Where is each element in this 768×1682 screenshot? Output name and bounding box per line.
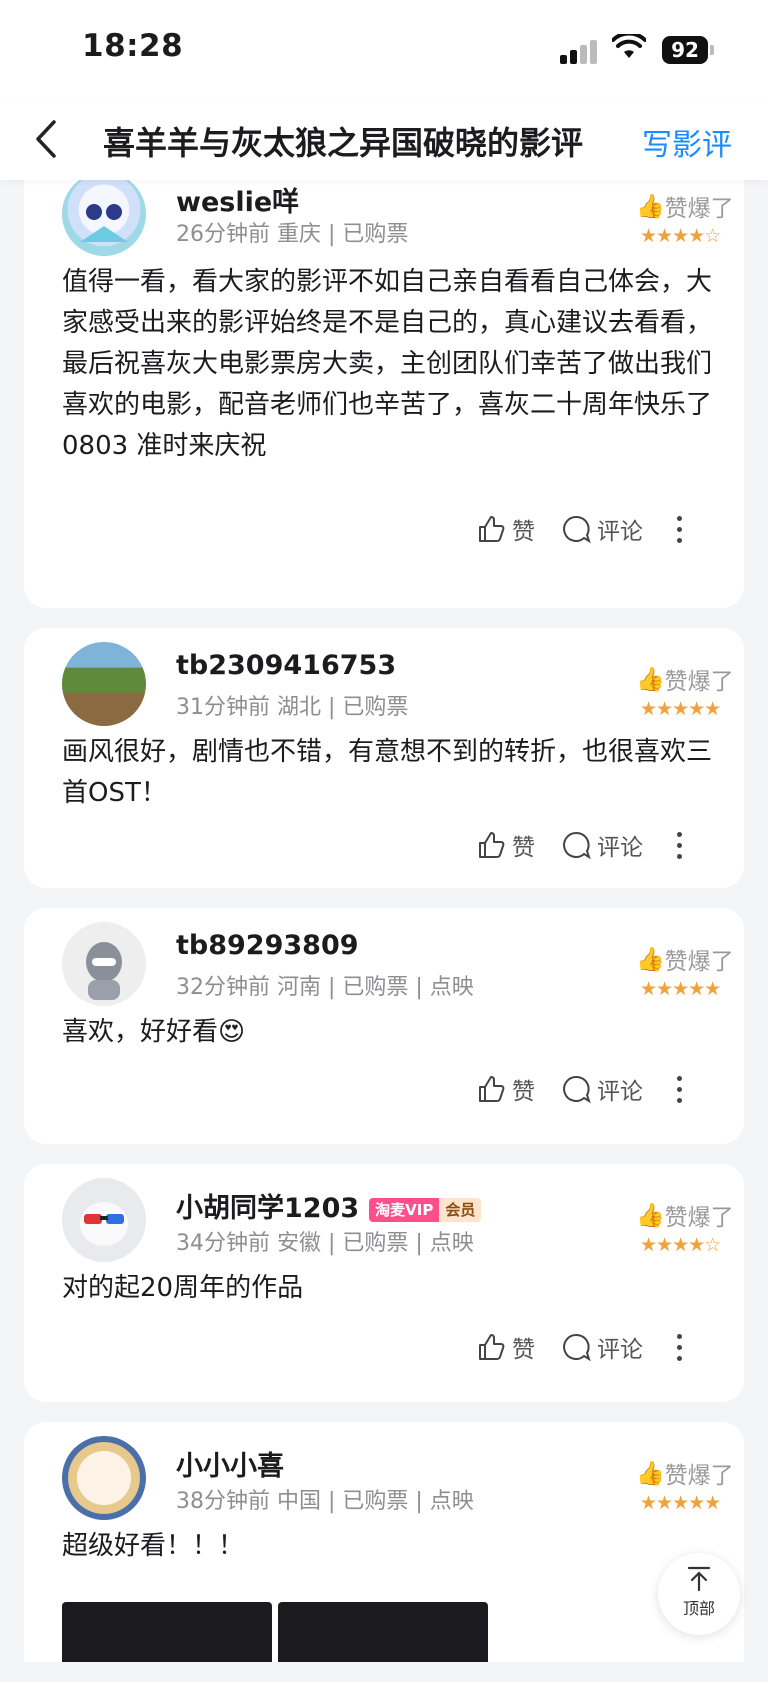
review-text: 值得一看，看大家的影评不如自己亲自看看自己体会，大家感受出来的影评始终是不是自己… (62, 267, 713, 461)
username[interactable]: 小胡同学1203 淘麦VIP 会员 (176, 1186, 482, 1225)
vip-badge-label: 淘麦VIP (369, 1197, 440, 1222)
thumbs-up-outline-icon (479, 832, 505, 858)
thumbs-up-icon: 👍 (636, 946, 665, 973)
like-label: 赞 (512, 835, 535, 861)
rating-badge: 👍 赞爆了 ★★★★★ (636, 662, 736, 721)
back-to-top-label: 顶部 (682, 1599, 715, 1618)
comment-label: 评论 (597, 835, 643, 861)
username[interactable]: tb2309416753 (176, 650, 396, 681)
comment-icon (563, 515, 591, 544)
comment-button[interactable]: 评论 (561, 512, 643, 546)
rating-badge: 👍 赞爆了 ★★★★☆ (636, 189, 736, 248)
status-time: 18:28 (82, 28, 184, 64)
star-rating: ★★★★☆ (640, 1234, 721, 1256)
review-text: 超级好看！！！ (62, 1531, 245, 1561)
battery-icon: 92 (662, 36, 714, 64)
rating-badge: 👍 赞爆了 ★★★★★ (636, 1456, 736, 1515)
comment-icon (563, 831, 591, 860)
battery-level: 92 (662, 36, 708, 64)
thumbs-up-outline-icon (479, 516, 505, 542)
review-meta: 32分钟前 河南 | 已购票 | 点映 (176, 975, 474, 1000)
thumbs-up-icon: 👍 (636, 1202, 665, 1229)
review-card: 小胡同学1203 淘麦VIP 会员 34分钟前 安徽 | 已购票 | 点映 👍 赞爆了… (24, 1164, 744, 1402)
review-card: tb2309416753 31分钟前 湖北 | 已购票 👍 赞爆了 ★★★★★ 画… (24, 628, 744, 888)
comment-button[interactable]: 评论 (561, 1072, 643, 1106)
star-rating: ★★★★★ (640, 698, 721, 720)
review-meta: 26分钟前 重庆 | 已购票 (176, 222, 409, 247)
page-title: 喜羊羊与灰太狼之异国破晓的影评 (103, 124, 584, 162)
rating-label: 赞爆了 (664, 1205, 734, 1231)
review-text: 画风很好，剧情也不错，有意想不到的转折，也很喜欢三首OST！ (62, 737, 713, 808)
arrow-up-icon (687, 1566, 711, 1592)
like-button[interactable]: 赞 (476, 1330, 535, 1364)
review-card: weslie咩 26分钟前 重庆 | 已购票 👍 赞爆了 ★★★★☆ 值得一看，看… (24, 172, 744, 608)
rating-label: 赞爆了 (664, 1463, 734, 1489)
review-actions: 赞 评论 (476, 512, 682, 546)
like-button[interactable]: 赞 (476, 828, 535, 862)
star-rating: ★★★★★ (640, 978, 721, 1000)
review-actions: 赞 评论 (476, 1072, 682, 1106)
more-options-icon[interactable] (677, 1333, 682, 1361)
review-card: 小小小喜 38分钟前 中国 | 已购票 | 点映 👍 赞爆了 ★★★★★ 超级好看… (24, 1422, 744, 1662)
comment-label: 评论 (597, 1079, 643, 1105)
rating-badge: 👍 赞爆了 ★★★★☆ (636, 1198, 736, 1257)
avatar[interactable] (62, 922, 146, 1006)
review-actions: 赞 评论 (476, 1330, 682, 1364)
thumbs-up-outline-icon (479, 1076, 505, 1102)
comment-button[interactable]: 评论 (561, 1330, 643, 1364)
wifi-icon (612, 34, 646, 58)
comment-label: 评论 (597, 519, 643, 545)
avatar[interactable] (62, 1178, 146, 1262)
more-options-icon[interactable] (677, 831, 682, 859)
review-meta: 34分钟前 安徽 | 已购票 | 点映 (176, 1231, 474, 1256)
review-meta: 31分钟前 湖北 | 已购票 (176, 695, 409, 720)
thumbs-up-icon: 👍 (636, 1460, 665, 1487)
like-button[interactable]: 赞 (476, 1072, 535, 1106)
back-arrow-icon[interactable] (26, 114, 70, 164)
thumbs-up-icon: 👍 (636, 666, 665, 693)
rating-label: 赞爆了 (664, 196, 734, 222)
signal-icon (560, 38, 600, 64)
avatar[interactable] (62, 172, 146, 256)
comment-icon (563, 1333, 591, 1362)
username[interactable]: weslie咩 (176, 180, 299, 219)
review-feed: weslie咩 26分钟前 重庆 | 已购票 👍 赞爆了 ★★★★☆ 值得一看，看… (24, 172, 744, 1682)
thumbs-up-outline-icon (479, 1334, 505, 1360)
comment-icon (563, 1075, 591, 1104)
review-actions: 赞 评论 (476, 828, 682, 862)
avatar[interactable] (62, 1436, 146, 1520)
rating-label: 赞爆了 (664, 949, 734, 975)
back-to-top-button[interactable]: 顶部 (658, 1553, 740, 1635)
review-image[interactable] (62, 1602, 272, 1662)
vip-badge: 淘麦VIP 会员 (369, 1197, 482, 1222)
status-bar: 18:28 92 (0, 0, 768, 100)
star-rating: ★★★★☆ (640, 225, 721, 247)
rating-label: 赞爆了 (664, 669, 734, 695)
avatar[interactable] (62, 642, 146, 726)
more-options-icon[interactable] (677, 515, 682, 543)
review-text: 喜欢，好好看😍 (62, 1017, 246, 1047)
write-review-button[interactable]: 写影评 (642, 120, 732, 164)
like-label: 赞 (512, 1079, 535, 1105)
review-text: 对的起20周年的作品 (62, 1273, 304, 1303)
review-image[interactable] (278, 1602, 488, 1662)
like-label: 赞 (512, 1337, 535, 1363)
like-label: 赞 (512, 519, 535, 545)
username[interactable]: tb89293809 (176, 930, 359, 961)
comment-label: 评论 (597, 1337, 643, 1363)
rating-badge: 👍 赞爆了 ★★★★★ (636, 942, 736, 1001)
comment-button[interactable]: 评论 (561, 828, 643, 862)
more-options-icon[interactable] (677, 1075, 682, 1103)
review-card: tb89293809 32分钟前 河南 | 已购票 | 点映 👍 赞爆了 ★★★★… (24, 908, 744, 1144)
username-text: 小胡同学1203 (176, 1193, 360, 1224)
star-rating: ★★★★★ (640, 1492, 721, 1514)
like-button[interactable]: 赞 (476, 512, 535, 546)
thumbs-up-icon: 👍 (636, 193, 665, 220)
username[interactable]: 小小小喜 (176, 1444, 284, 1483)
nav-bar: 喜羊羊与灰太狼之异国破晓的影评 写影评 (0, 100, 768, 180)
vip-member-label: 会员 (439, 1197, 482, 1222)
review-meta: 38分钟前 中国 | 已购票 | 点映 (176, 1489, 474, 1514)
